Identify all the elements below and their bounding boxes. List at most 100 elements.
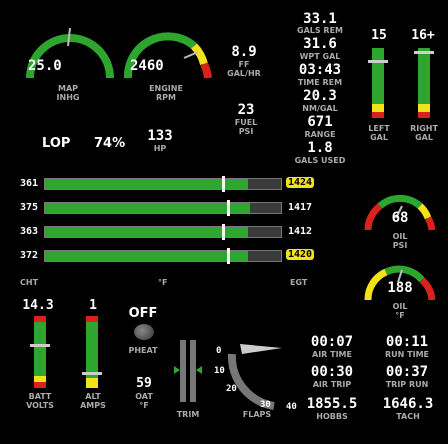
right-tank-label: RIGHT GAL [410,124,438,142]
fuel-psi-label: FUEL PSI [234,118,258,136]
tach-value: 1646.3 [382,396,434,412]
map-value: 25.0 [28,58,62,74]
pheat-status: OFF [128,306,158,321]
cylinder-bar-marker [222,224,225,240]
hp-value: 133 [147,128,173,144]
left-tank-bar [368,48,388,118]
cylinder-row: 372 1420 [0,248,320,264]
gals-rem-label: GALS REM [297,26,343,35]
air-time-label: AIR TIME [312,350,352,359]
power-percent: 74% [94,136,126,151]
cylinder-bar-fill [45,203,251,213]
rpm-label: ENGINE RPM [149,84,183,102]
trim-indicator [174,340,202,406]
oil-temp-gauge: 188 OIL °F [360,256,440,326]
cylinder-bar-fill [45,227,248,237]
hobbs-label: HOBBS [316,412,348,421]
cht-value: 363 [20,226,39,237]
wpt-gal-value: 31.6 [303,36,337,52]
flap-tick-30: 30 [260,400,271,410]
egt-value: 1412 [288,226,313,237]
hobbs: 1855.5 HOBBS [294,396,370,421]
map-gauge: 25.0 MAP INHG [18,16,118,106]
alt-bar [82,316,102,388]
nm-gal-value: 20.3 [303,88,337,104]
ff-label: FF GAL/HR [227,60,261,78]
egt-value: 1417 [288,202,313,213]
trip-run: 00:37 TRIP RUN [370,364,444,389]
gals-used-value: 1.8 [307,140,333,156]
cylinder-bar-marker [222,176,225,192]
oil-pressure-gauge: 68 OIL PSI [360,186,440,256]
air-trip: 00:30 AIR TRIP [296,364,368,389]
cylinder-bar-marker [226,248,230,264]
flaps-label: FLAPS [242,410,272,419]
oil-psi-label: OIL PSI [392,232,408,250]
tach: 1646.3 TACH [370,396,446,421]
map-gauge-arc [26,27,114,79]
cylinder-bar [44,176,282,192]
trip-run-label: TRIP RUN [385,380,429,389]
temp-unit-label: °F [158,278,168,287]
time-rem-label: TIME REM [297,78,343,87]
rpm-value: 2460 [130,58,164,74]
wpt-gal-label: WPT GAL [299,52,341,61]
cylinder-panel: 361 1424 375 1417 363 1412 372 1420 [0,176,320,266]
cht-axis-label: CHT [20,278,39,287]
fuel-calc-panel: 33.1 GALS REM 31.6 WPT GAL 03:43 TIME RE… [290,12,350,165]
oil-temp-value: 188 [387,280,413,296]
air-time-value: 00:07 [310,334,354,350]
tach-label: TACH [396,412,420,421]
map-label: MAP INHG [56,84,80,102]
cylinder-row: 363 1412 [0,224,320,240]
cylinder-bar-fill [45,179,248,189]
trip-run-value: 00:37 [385,364,429,380]
batt-label: BATT VOLTS [26,392,54,410]
lean-mode: LOP [42,136,71,151]
cylinder-row: 375 1417 [0,200,320,216]
oil-temp-label: OIL °F [392,302,408,320]
left-tank-label: LEFT GAL [368,124,390,142]
range-label: RANGE [304,130,336,139]
gals-used-label: GALS USED [294,156,346,165]
run-time-value: 00:11 [385,334,429,350]
cylinder-bar [44,200,282,216]
oat-label: OAT °F [135,392,153,410]
horsepower: 133 HP [138,128,182,153]
hobbs-value: 1855.5 [306,396,358,412]
egt-axis-label: EGT [290,278,308,287]
pheat-label: PHEAT [128,346,158,355]
cylinder-bar [44,248,282,264]
air-trip-label: AIR TRIP [312,380,352,389]
oil-psi-value: 68 [391,210,409,226]
cylinder-bar [44,224,282,240]
right-tank-value: 16+ [411,28,435,43]
time-rem-value: 03:43 [298,62,342,78]
fuel-pressure: 23 FUEL PSI [216,102,276,136]
rpm-gauge-arc [123,32,212,79]
cylinder-bar-fill [45,251,248,261]
flap-tick-20: 20 [226,384,237,394]
alt-value: 1 [89,298,97,313]
cht-value: 375 [20,202,39,213]
oat-value: 59 [136,376,152,391]
right-tank-bar [414,48,434,118]
trim-label: TRIM [176,410,200,419]
egt-value: 1420 [286,249,315,260]
nm-gal-label: NM/GAL [302,104,338,113]
rpm-gauge: 2460 ENGINE RPM [116,16,216,106]
flap-tick-0: 0 [216,346,222,356]
cylinder-bar-marker [226,200,230,216]
run-time-label: RUN TIME [385,350,429,359]
hp-label: HP [153,144,167,153]
gals-rem-value: 33.1 [303,11,337,27]
cht-value: 361 [20,178,39,189]
egt-value: 1424 [286,177,315,188]
left-tank-value: 15 [371,28,387,43]
range-value: 671 [307,114,333,130]
fuel-psi-value: 23 [237,102,255,118]
flap-tick-10: 10 [214,366,225,376]
cylinder-row: 361 1424 [0,176,320,192]
air-trip-value: 00:30 [310,364,354,380]
flaps-indicator: 0 10 20 30 40 [212,340,302,414]
